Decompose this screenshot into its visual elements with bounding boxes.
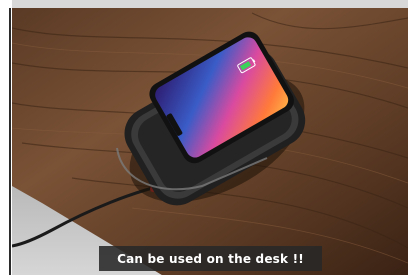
caption-bar: Can be used on the desk !! [99, 246, 322, 271]
product-image-frame: Can be used on the desk !! [0, 0, 408, 275]
product-photo [12, 8, 408, 275]
caption-text: Can be used on the desk !! [117, 251, 304, 266]
left-divider [9, 8, 11, 275]
